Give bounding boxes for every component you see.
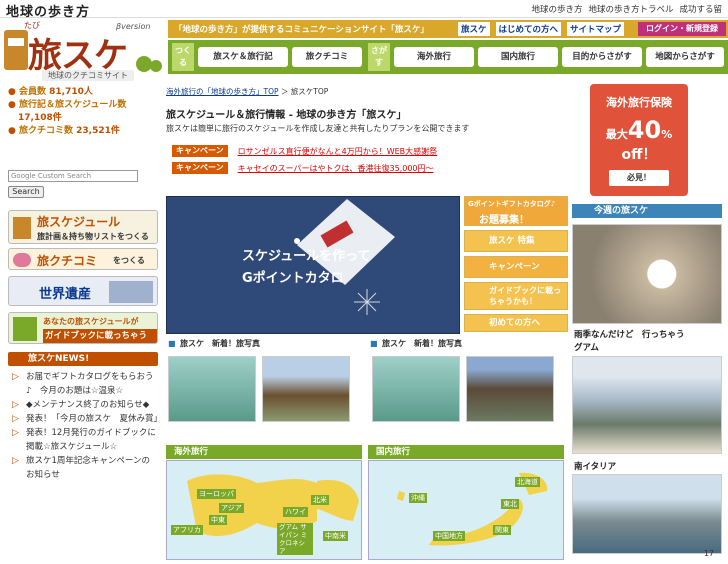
nav-domestic[interactable]: 国内旅行 [478, 47, 558, 67]
temple-icon [109, 281, 153, 303]
region-header-domestic[interactable]: 国内旅行 [368, 445, 564, 459]
hero-line-1: スケジュールを作って [242, 249, 371, 264]
logo-subtitle: 地球のクチコミサイト [42, 70, 134, 81]
page-title: 旅スケジュール＆旅行情報 - 地球の歩き方「旅スケ」 [166, 110, 407, 121]
travel-photo[interactable] [466, 356, 554, 422]
news-item[interactable]: 発表！12月発行のガイドブックに掲載☆旅スケジュール☆ [12, 426, 158, 454]
notebook-icon [13, 217, 31, 239]
banner-guidebook[interactable]: あなたの旅スケジュールが ガイドブックに載っちゃうかも！ [8, 312, 158, 344]
search-button[interactable]: Search [8, 186, 44, 198]
news-item[interactable]: 発表！「今月の旅スケ 夏休み賞」 [12, 412, 162, 426]
stat-members: ● 会員数 81,710人 [8, 87, 93, 97]
header-link-first-time[interactable]: はじめての方へ [495, 22, 562, 36]
world-map-art [187, 474, 359, 537]
header-links: 旅スケ はじめての方へ サイトマップ [458, 22, 625, 36]
news-item[interactable]: お届でギフトカタログをもらおう♪ 今月のお題は☆温泉☆ [12, 370, 158, 398]
travel-photo[interactable] [372, 356, 460, 422]
ad-title: 海外旅行保険 [606, 96, 672, 109]
nav-travel-schedule[interactable]: 旅スケ＆旅行記 [198, 47, 288, 67]
photo-header-2: 旅スケ 新着！旅写真 [368, 338, 564, 350]
login-register-button[interactable]: ログイン・新規登録 [638, 22, 726, 36]
campaign-link[interactable]: ロサンゼルス直行便がなんと4万円から！WEB大感謝祭 [238, 146, 438, 157]
weekly-photo[interactable] [572, 224, 722, 324]
weekly-photo[interactable] [572, 474, 722, 554]
breadcrumb-current: 旅スケTOP [290, 87, 329, 96]
ad-discount: 最大40% [605, 116, 673, 144]
stat-kuchikomi: ● 旅クチコミ数 23,521件 [8, 126, 120, 136]
photo-header-1: 旅スケ 新着！旅写真 [166, 338, 362, 350]
ad-cta-button[interactable]: 必見！ [609, 170, 669, 186]
top-link-arukikata[interactable]: 地球の歩き方 [531, 3, 582, 15]
world-map[interactable]: ヨーロッパ アジア 北米 ハワイ 中東 アフリカ グアム サイパン ミクロネシア… [166, 460, 362, 560]
stat-schedules-value: 17,108件 [18, 113, 62, 123]
logo-version: βversion [116, 22, 151, 31]
hero-line-2: Gポイントカタロ [242, 271, 344, 286]
weekly-photo[interactable] [572, 356, 722, 454]
side-button-gpoint[interactable]: Gポイントギフトカタログ♪ お題募集！ [464, 196, 568, 226]
nav-tag-create: つくる [172, 43, 194, 71]
side-button-campaign[interactable]: キャンペーン [464, 256, 568, 278]
speech-icon [13, 253, 31, 267]
news-item[interactable]: 旅スケ1周年記念キャンペーンのお知らせ [12, 454, 158, 482]
top-link-ryugaku[interactable]: 成功する留 [679, 3, 722, 15]
top-links: 地球の歩き方 地球の歩き方トラベル 成功する留 [531, 3, 722, 15]
side-button-feature[interactable]: 旅スケ 特集 [464, 230, 568, 252]
weekly-header: 今週の旅スケ [572, 204, 722, 218]
page-number: 17 [703, 549, 714, 558]
region-header-overseas[interactable]: 海外旅行 [166, 445, 362, 459]
breadcrumb-separator: ＞ [280, 87, 289, 96]
travel-photo[interactable] [168, 356, 256, 422]
header-link-tabisuke[interactable]: 旅スケ [458, 22, 490, 36]
japan-map-art [397, 472, 548, 546]
page-description: 旅スケは簡単に旅行のスケジュールを作成し友達と共有したりプランを公開できます [166, 124, 470, 133]
nav-overseas[interactable]: 海外旅行 [394, 47, 474, 67]
side-button-guidebook[interactable]: ガイドブックに載っちゃうかも！ [464, 282, 568, 310]
top-link-travel[interactable]: 地球の歩き方トラベル [588, 3, 673, 15]
stat-schedules: ● 旅行記＆旅スケジュール数 [8, 100, 127, 110]
weekly-caption[interactable]: 雨季なんだけど 行っちゃう [574, 328, 685, 340]
news-item[interactable]: ◆メンテナンス終了のお知らせ◆ [12, 398, 158, 412]
travel-photo[interactable] [262, 356, 350, 422]
insurance-ad[interactable]: 海外旅行保険 最大40% off！ 必見！ [590, 84, 688, 196]
search-input[interactable]: Google Custom Search [8, 170, 138, 182]
banner-world-heritage[interactable]: 世界遺産 [8, 276, 158, 306]
site-stats: ● 会員数 81,710人 ● 旅行記＆旅スケジュール数 17,108件 ● 旅… [8, 86, 158, 138]
campaign-tag: キャンペーン [172, 162, 228, 174]
campaign-link[interactable]: キャセイのスーパーはやトクは、香港往復35,000円～ [238, 163, 434, 174]
campaign-row: キャンペーン ロサンゼルス直行便がなんと4万円から！WEB大感謝祭 [172, 145, 437, 157]
breadcrumb-top-link[interactable]: 海外旅行の「地球の歩き方」TOP [166, 87, 279, 96]
weekly-caption-place[interactable]: グアム [574, 341, 599, 353]
banner-kuchikomi[interactable]: 旅クチコミ をつくる [8, 248, 158, 270]
chikyu-logo[interactable]: 地球の歩き方 [6, 1, 90, 20]
weekly-caption[interactable]: 南イタリア [574, 460, 616, 472]
hero-text: スケジュールを作って Gポイントカタロ [242, 246, 370, 290]
banner-schedule[interactable]: 旅スケジュール 旅計画＆持ち物リストをつくる [8, 210, 158, 244]
news-list: お届でギフトカタログをもらおう♪ 今月のお題は☆温泉☆ ◆メンテナンス終了のお知… [12, 370, 162, 482]
campaign-row: キャンペーン キャセイのスーパーはやトクは、香港往復35,000円～ [172, 162, 434, 174]
side-button-first-time[interactable]: 初めての方へ [464, 314, 568, 332]
nav-kuchikomi[interactable]: 旅クチコミ [292, 47, 362, 67]
main-nav: つくる 旅スケ＆旅行記 旅クチコミ さがす 海外旅行 国内旅行 目的からさがす … [168, 40, 728, 74]
header-link-sitemap[interactable]: サイトマップ [567, 22, 625, 36]
news-header: 旅スケNEWS! [8, 352, 158, 366]
nav-tag-search: さがす [368, 43, 390, 71]
campaign-tag: キャンペーン [172, 145, 228, 157]
book-icon [13, 317, 37, 341]
nav-by-purpose[interactable]: 目的からさがす [562, 47, 642, 67]
nav-by-map[interactable]: 地図からさがす [646, 47, 724, 67]
breadcrumb: 海外旅行の「地球の歩き方」TOP ＞ 旅スケTOP [166, 86, 328, 97]
ad-off: off！ [621, 147, 657, 163]
banner-text: 「地球の歩き方」が提供するコミュニケーションサイト「旅スケ」 [174, 25, 429, 35]
japan-map[interactable]: 北海道 東北 関東 中国地方 沖縄 [368, 460, 564, 560]
